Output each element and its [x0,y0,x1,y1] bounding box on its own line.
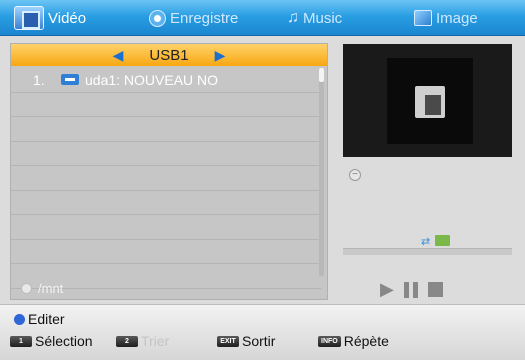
pause-icon[interactable] [403,281,418,298]
repeat-icon: ⇄ [421,236,431,248]
playback-controls: ▶ [380,279,443,300]
key-1-icon: 1 [10,335,32,347]
hint-editer: Editer [14,311,65,327]
scrollbar-thumb[interactable] [319,68,324,82]
hint-editer-label: Editer [28,311,65,327]
image-icon [414,10,432,26]
hint-trier-label: Trier [141,333,170,349]
exit-key-icon: EXIT [217,335,239,347]
blue-button-icon [14,313,25,325]
current-path: /mnt [11,277,327,299]
list-item-empty [11,215,321,240]
info-key-icon: INFO [318,335,341,347]
device-selector[interactable]: ◀ USB1 ▶ [11,44,327,66]
hint-selection-label: Sélection [35,333,93,349]
key-2-icon: 2 [116,335,138,347]
folder-icon [435,235,450,246]
stop-icon[interactable] [427,282,443,297]
tab-record-label: Enregistre [170,9,239,27]
list-item-empty [11,142,321,166]
music-note-icon: ♫ [287,9,299,26]
arrow-left-icon[interactable]: ◀ [113,47,124,64]
list-item-index: 1. [33,71,45,88]
list-item-empty [11,191,321,215]
play-icon[interactable]: ▶ [380,279,394,300]
file-browser: ◀ USB1 ▶ 1. uda1: NOUVEAU NO /mnt [10,43,328,300]
hint-sortir: EXIT Sortir [217,333,275,349]
file-list: 1. uda1: NOUVEAU NO [11,68,321,289]
scrollbar[interactable] [319,68,324,276]
arrow-right-icon[interactable]: ▶ [215,47,226,64]
list-item-empty [11,166,321,191]
film-icon [415,86,445,118]
minus-icon: − [349,169,361,181]
list-item-empty [11,117,321,142]
hint-repete: INFO Répète [318,333,389,349]
path-label: /mnt [38,280,64,296]
list-item-empty [11,240,321,264]
device-label: USB1 [149,46,189,64]
tab-video-label: Vidéo [48,9,87,27]
hint-sortir-label: Sortir [242,333,276,349]
video-icon [14,6,44,30]
tab-music-label: Music [303,9,343,27]
hint-repete-label: Répète [343,333,389,349]
main-area: ◀ USB1 ▶ 1. uda1: NOUVEAU NO /mnt − ⇄ ▶ [0,36,525,304]
media-tab-bar: Vidéo Enregistre ♫ Music Image [0,0,525,36]
list-item-empty [11,93,321,117]
preview-window [343,44,512,157]
playback-progress-bar[interactable] [343,248,512,255]
help-bar: Editer 1 Sélection 2 Trier EXIT Sortir I… [0,304,525,360]
hint-selection: 1 Sélection [10,333,93,349]
list-item-label: uda1: NOUVEAU NO [85,71,219,88]
tab-record[interactable]: Enregistre [149,7,238,29]
tab-image[interactable]: Image [414,7,478,29]
path-dot-icon [21,282,32,294]
usb-icon [61,74,79,86]
tab-music[interactable]: ♫ Music [287,7,342,29]
list-item[interactable]: 1. uda1: NOUVEAU NO [11,68,321,93]
record-icon [149,9,166,27]
tab-video[interactable]: Vidéo [14,6,87,30]
hint-trier: 2 Trier [116,333,169,349]
preview-thumbnail [387,58,473,144]
tab-image-label: Image [436,9,478,27]
